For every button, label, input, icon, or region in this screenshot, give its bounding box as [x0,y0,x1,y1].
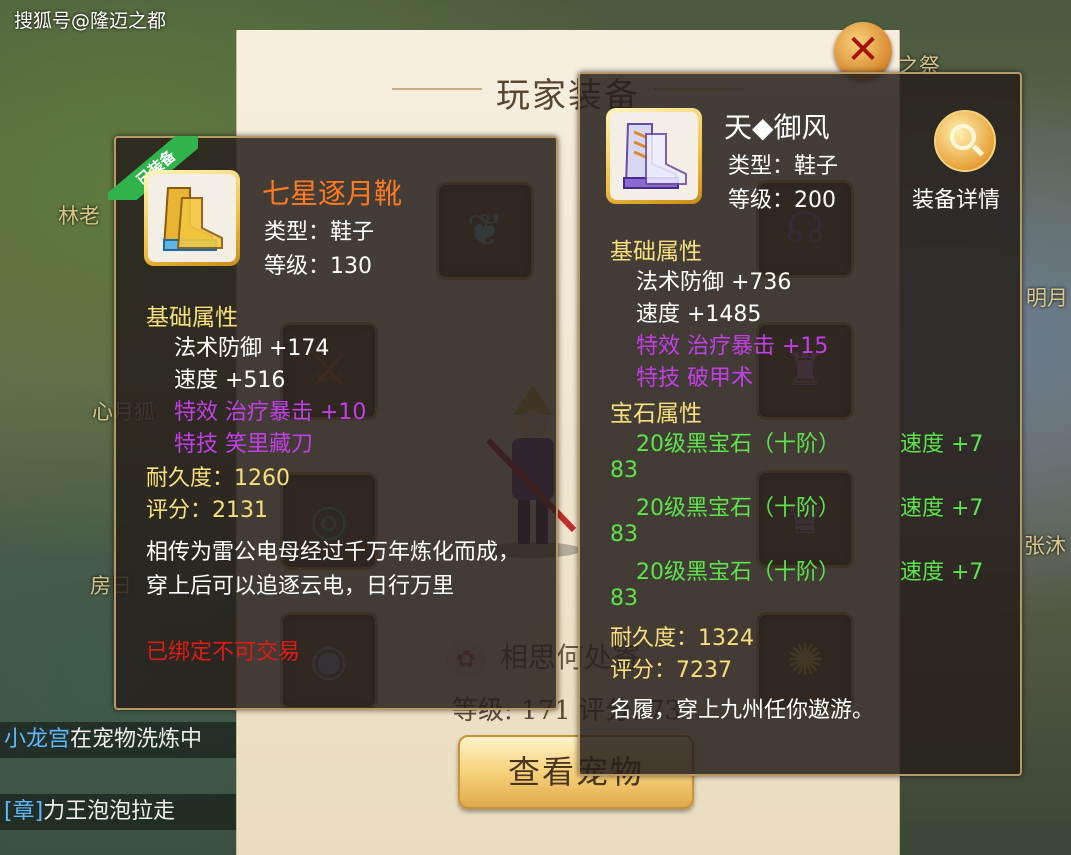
score: 评分：2131 [146,498,268,523]
chat-text: 力王泡泡拉走 [43,799,176,824]
gem-name: 20级黑宝石（十阶） [636,432,840,457]
durability: 耐久度：1324 [610,626,754,651]
item-icon [606,108,702,204]
special-skill: 特技 笑里藏刀 [174,432,313,457]
special-effect: 特效 治疗暴击 +10 [174,400,367,425]
item-type: 类型：鞋子 [728,154,839,179]
gem-attributes-header: 宝石属性 [610,401,702,427]
item-name: 天◆御风 [724,111,830,144]
item-description: 名履，穿上九州任你遨游。 [610,698,875,723]
chat-text: 在宠物洗炼中 [70,727,203,752]
durability: 耐久度：1260 [146,466,290,491]
watermark: 搜狐号@隆迈之都 [14,10,167,32]
score: 评分：7237 [610,658,732,683]
chat-tag: 小龙宫 [4,727,71,752]
close-icon: ✕ [846,27,880,73]
gem-stat-overflow: 83 [610,458,638,483]
boots-icon [162,187,223,251]
item-level: 等级：130 [264,254,372,279]
chat-line[interactable]: 小龙宫在宠物洗炼中 [0,722,244,758]
gem-stat-overflow: 83 [610,586,638,611]
boots-icon [623,123,687,189]
gem-name: 20级黑宝石（十阶） [636,496,840,521]
equipment-details-button[interactable]: 装备详情 [912,182,1000,214]
equipped-item-tooltip: 已装备 七星逐月靴 类型：鞋子 等级：130 基础属性 法术防御 +174 速度… [108,136,558,710]
base-attributes-header: 基础属性 [146,305,238,331]
stat-line: 法术防御 +174 [174,336,330,361]
compare-item-tooltip: 天◆御风 类型：鞋子 等级：200 基础属性 法术防御 +736 速度 +148… [578,72,1022,776]
special-skill: 特技 破甲术 [636,366,753,391]
item-level: 等级：200 [728,188,836,213]
base-attributes-header: 基础属性 [610,239,702,265]
stat-line: 速度 +1485 [636,302,762,327]
item-name: 七星逐月靴 [262,177,403,210]
bound-notice: 已绑定不可交易 [146,640,301,665]
stat-line: 法术防御 +736 [636,270,792,295]
npc-label: 林老 [58,204,100,228]
special-effect: 特效 治疗暴击 +15 [636,334,829,359]
npc-label: 张沐 [1024,534,1066,558]
item-description: 相传为雷公电母经过千万年炼化而成，穿上后可以追逐云电，日行万里 [146,540,521,599]
gem-stat: 速度 +7 [900,432,984,457]
magnifier-icon[interactable] [934,110,996,172]
gem-name: 20级黑宝石（十阶） [636,560,840,585]
npc-label: 明月 [1026,286,1068,310]
item-icon [144,170,240,266]
chat-line[interactable]: [章]力王泡泡拉走 [0,794,244,830]
chat-tag: [章] [4,799,44,824]
stat-line: 速度 +516 [174,368,286,393]
gem-stat: 速度 +7 [900,496,984,521]
gem-stat: 速度 +7 [900,560,984,585]
item-type: 类型：鞋子 [264,220,375,245]
gem-stat-overflow: 83 [610,522,638,547]
